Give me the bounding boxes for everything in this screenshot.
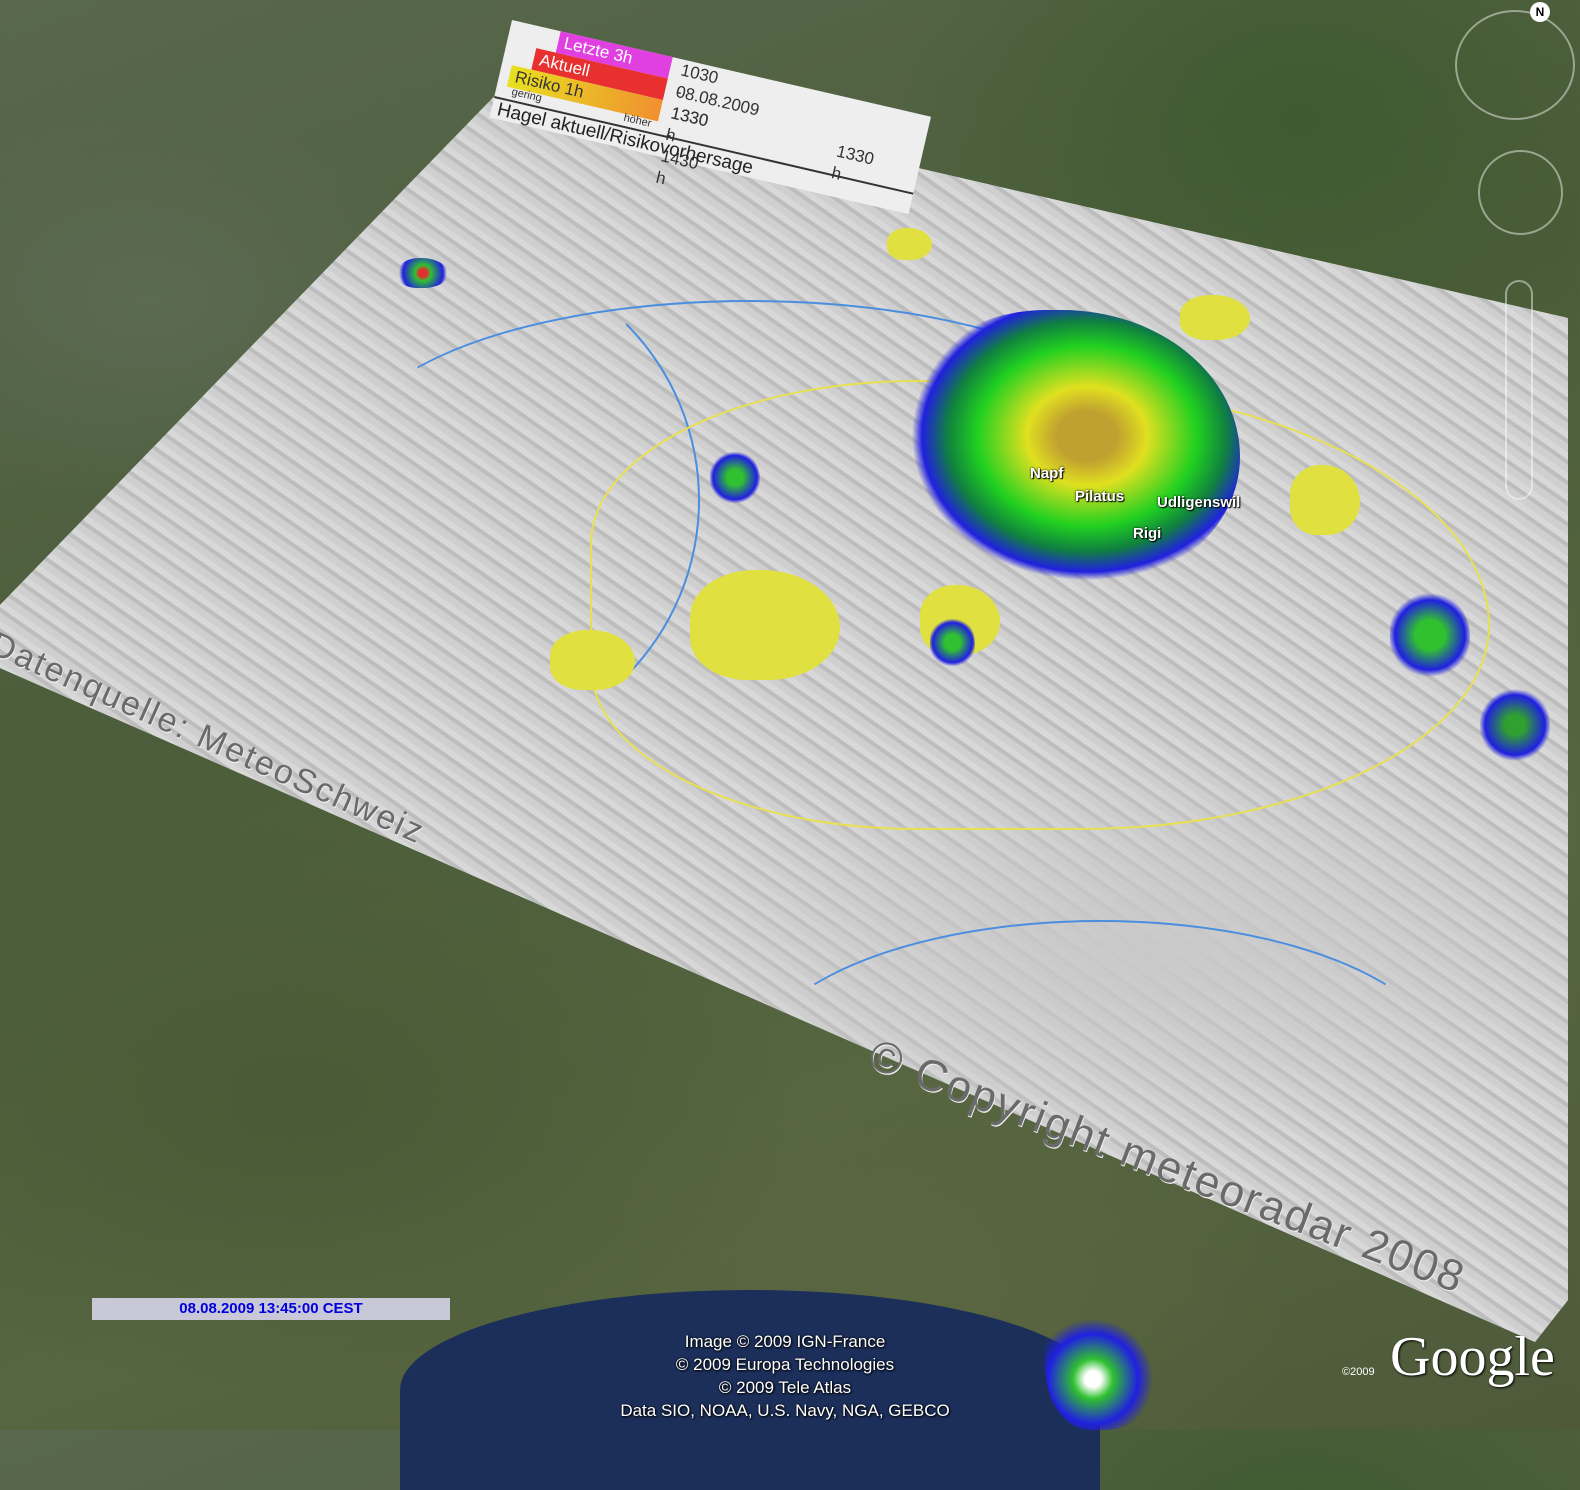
radar-echo-south bbox=[1045, 1260, 1165, 1430]
timestamp-bar: 08.08.2009 13:45:00 CEST bbox=[92, 1298, 450, 1320]
attribution-line: © 2009 Tele Atlas bbox=[718, 1378, 852, 1397]
place-pilatus: Pilatus bbox=[1075, 488, 1125, 505]
place-napf: Napf bbox=[1030, 465, 1064, 482]
place-rigi: Rigi bbox=[1133, 525, 1162, 542]
radar-echo bbox=[710, 450, 760, 505]
zoom-slider[interactable] bbox=[1505, 280, 1533, 500]
radar-echo bbox=[398, 258, 448, 288]
attribution-line: Image © 2009 IGN-France bbox=[684, 1332, 886, 1351]
navigation-compass-ring[interactable] bbox=[1455, 10, 1575, 120]
hail-risk-area bbox=[1290, 465, 1360, 535]
river bbox=[750, 920, 1450, 1220]
attribution-line: Data SIO, NOAA, U.S. Navy, NGA, GEBCO bbox=[620, 1401, 950, 1420]
hail-risk-area bbox=[1180, 295, 1250, 340]
google-logo: Google bbox=[1390, 1326, 1555, 1388]
radar-echo bbox=[930, 615, 975, 670]
attribution: Image © 2009 IGN-France © 2009 Europa Te… bbox=[590, 1330, 980, 1422]
compass-north-icon[interactable]: N bbox=[1530, 2, 1550, 22]
attribution-line: © 2009 Europa Technologies bbox=[675, 1355, 895, 1374]
radar-echo bbox=[1390, 590, 1470, 680]
look-joystick[interactable] bbox=[1478, 150, 1563, 235]
radar-echo-main bbox=[900, 310, 1240, 590]
hail-risk-area bbox=[550, 630, 635, 690]
logo-year: ©2009 bbox=[1342, 1366, 1375, 1378]
hail-risk-area bbox=[690, 570, 840, 680]
place-udligenswil: Udligenswil bbox=[1157, 494, 1241, 511]
hail-risk-area bbox=[887, 228, 932, 260]
radar-echo bbox=[1480, 680, 1550, 770]
